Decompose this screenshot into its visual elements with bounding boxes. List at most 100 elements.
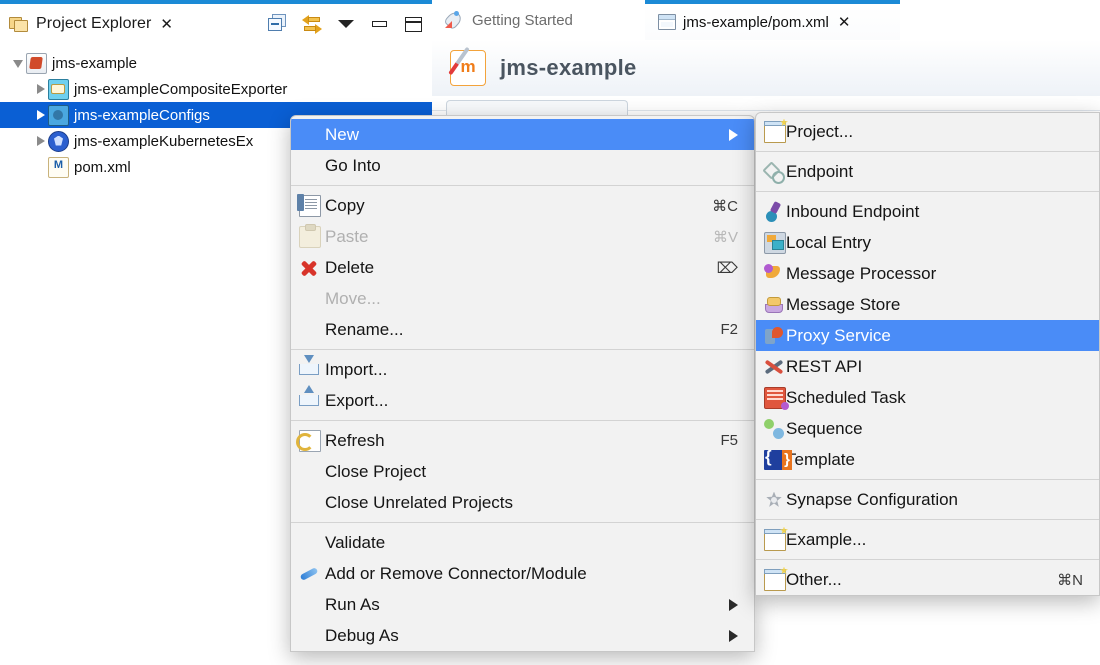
menu-item-refresh[interactable]: Refresh F5 bbox=[291, 425, 754, 456]
page-title: jms-example bbox=[500, 55, 637, 80]
menu-item-move: Move... bbox=[291, 283, 754, 314]
menu-item-label: Proxy Service bbox=[786, 325, 891, 345]
menu-item-paste: Paste ⌘V bbox=[291, 221, 754, 252]
pom-editor-header: m jms-example bbox=[432, 40, 1100, 97]
import-icon bbox=[299, 355, 319, 375]
new-other-icon bbox=[764, 568, 786, 591]
tab-label: Getting Started bbox=[472, 11, 573, 29]
submenu-item-example[interactable]: Example... bbox=[756, 524, 1099, 555]
submenu-item-sequence[interactable]: Sequence bbox=[756, 413, 1099, 444]
editor-tabbar: Getting Started jms-example/pom.xml ✕ bbox=[432, 0, 1100, 40]
menu-item-label: Endpoint bbox=[786, 161, 854, 181]
close-icon[interactable]: ✕ bbox=[160, 17, 173, 32]
menu-item-delete[interactable]: Delete ⌦ bbox=[291, 252, 754, 283]
menu-item-label: Go Into bbox=[325, 155, 381, 175]
tab-pom-xml[interactable]: jms-example/pom.xml ✕ bbox=[645, 0, 900, 40]
chevron-right-icon bbox=[729, 629, 738, 642]
maximize-icon[interactable] bbox=[404, 14, 424, 34]
xml-file-icon bbox=[48, 156, 69, 178]
submenu-item-local-entry[interactable]: Local Entry bbox=[756, 227, 1099, 258]
connector-icon bbox=[299, 564, 319, 584]
maven-pom-icon: m bbox=[448, 46, 486, 86]
submenu-item-other[interactable]: Other... ⌘N bbox=[756, 564, 1099, 595]
submenu-item-message-processor[interactable]: Message Processor bbox=[756, 258, 1099, 289]
message-processor-icon bbox=[764, 263, 784, 284]
menu-item-label: Sequence bbox=[786, 418, 863, 438]
menu-item-label: New bbox=[325, 124, 360, 144]
tree-item-jms-example[interactable]: jms-example bbox=[0, 50, 432, 76]
project-explorer-titlebar: Project Explorer ✕ bbox=[0, 4, 432, 44]
menu-item-rename[interactable]: Rename... F2 bbox=[291, 314, 754, 345]
tree-item-label: jms-exampleKubernetesEx bbox=[74, 132, 254, 150]
tree-item-composite-exporter[interactable]: jms-exampleCompositeExporter bbox=[0, 76, 432, 102]
rocket-icon bbox=[442, 9, 464, 31]
submenu-item-proxy-service[interactable]: Proxy Service bbox=[756, 320, 1099, 351]
link-with-editor-icon[interactable] bbox=[302, 14, 322, 34]
tree-item-label: jms-exampleCompositeExporter bbox=[74, 80, 288, 98]
scheduled-task-icon bbox=[764, 386, 789, 410]
menu-item-label: Scheduled Task bbox=[786, 387, 906, 407]
menu-item-export[interactable]: Export... bbox=[291, 385, 754, 416]
editor-form-tabstrip bbox=[432, 96, 1100, 115]
new-submenu: Project... Endpoint Inbound Endpoint Loc… bbox=[755, 112, 1100, 596]
menu-item-import[interactable]: Import... bbox=[291, 354, 754, 385]
menu-item-close-unrelated-projects[interactable]: Close Unrelated Projects bbox=[291, 487, 754, 518]
menu-item-run-as[interactable]: Run As bbox=[291, 589, 754, 620]
refresh-icon bbox=[296, 429, 321, 452]
tree-item-label: jms-exampleConfigs bbox=[74, 106, 210, 124]
submenu-item-endpoint[interactable]: Endpoint bbox=[756, 156, 1099, 187]
delete-icon bbox=[299, 258, 319, 278]
submenu-item-scheduled-task[interactable]: Scheduled Task bbox=[756, 382, 1099, 413]
menu-item-label: Close Project bbox=[325, 461, 427, 481]
menu-item-label: Other... bbox=[786, 569, 842, 589]
minimize-icon[interactable] bbox=[370, 14, 390, 34]
submenu-item-template[interactable]: Template bbox=[756, 444, 1099, 475]
form-tab-stub[interactable] bbox=[446, 100, 628, 115]
view-menu-icon[interactable] bbox=[336, 14, 356, 34]
twisty-closed-icon[interactable] bbox=[34, 128, 48, 154]
twisty-closed-icon[interactable] bbox=[34, 102, 48, 128]
menu-item-add-or-remove-connector[interactable]: Add or Remove Connector/Module bbox=[291, 558, 754, 589]
collapse-all-icon[interactable] bbox=[268, 14, 288, 34]
submenu-item-rest-api[interactable]: REST API bbox=[756, 351, 1099, 382]
menu-separator bbox=[291, 349, 754, 350]
submenu-item-project[interactable]: Project... bbox=[756, 116, 1099, 147]
menu-item-copy[interactable]: Copy ⌘C bbox=[291, 190, 754, 221]
menu-separator bbox=[291, 522, 754, 523]
menu-item-label: Refresh bbox=[325, 430, 385, 450]
menu-item-label: Inbound Endpoint bbox=[786, 201, 920, 221]
menu-item-validate[interactable]: Validate bbox=[291, 527, 754, 558]
menu-item-label: Add or Remove Connector/Module bbox=[325, 563, 587, 583]
submenu-item-inbound-endpoint[interactable]: Inbound Endpoint bbox=[756, 196, 1099, 227]
project-explorer-title: Project Explorer bbox=[36, 15, 152, 32]
menu-item-close-project[interactable]: Close Project bbox=[291, 456, 754, 487]
twisty-open-icon[interactable] bbox=[12, 50, 26, 76]
tab-getting-started[interactable]: Getting Started bbox=[442, 0, 573, 40]
menu-item-debug-as[interactable]: Debug As bbox=[291, 620, 754, 651]
menu-item-shortcut: ⌘V bbox=[712, 228, 738, 246]
inbound-endpoint-icon bbox=[764, 202, 784, 222]
tree-item-label: pom.xml bbox=[74, 158, 131, 176]
endpoint-icon bbox=[764, 162, 785, 184]
menu-item-label: Close Unrelated Projects bbox=[325, 492, 514, 512]
menu-item-shortcut: ⌘C bbox=[712, 197, 738, 215]
new-example-icon bbox=[764, 528, 786, 551]
menu-separator bbox=[291, 420, 754, 421]
copy-icon bbox=[297, 193, 321, 217]
twisty-closed-icon[interactable] bbox=[34, 76, 48, 102]
context-menu: New Go Into Copy ⌘C Paste ⌘V Delete ⌦ Mo… bbox=[290, 115, 755, 652]
menu-item-label: Import... bbox=[325, 359, 388, 379]
maven-project-icon bbox=[26, 52, 47, 74]
menu-separator bbox=[291, 185, 754, 186]
menu-item-label: Run As bbox=[325, 594, 380, 614]
submenu-item-synapse-configuration[interactable]: Synapse Configuration bbox=[756, 484, 1099, 515]
menu-item-label: Project... bbox=[786, 121, 854, 141]
paste-icon bbox=[299, 223, 321, 248]
menu-item-label: REST API bbox=[786, 356, 863, 376]
menu-item-label: Copy bbox=[325, 195, 365, 215]
submenu-item-message-store[interactable]: Message Store bbox=[756, 289, 1099, 320]
close-icon[interactable]: ✕ bbox=[838, 15, 851, 30]
menu-item-new[interactable]: New bbox=[291, 119, 754, 150]
menu-item-go-into[interactable]: Go Into bbox=[291, 150, 754, 181]
menu-separator bbox=[756, 191, 1099, 192]
